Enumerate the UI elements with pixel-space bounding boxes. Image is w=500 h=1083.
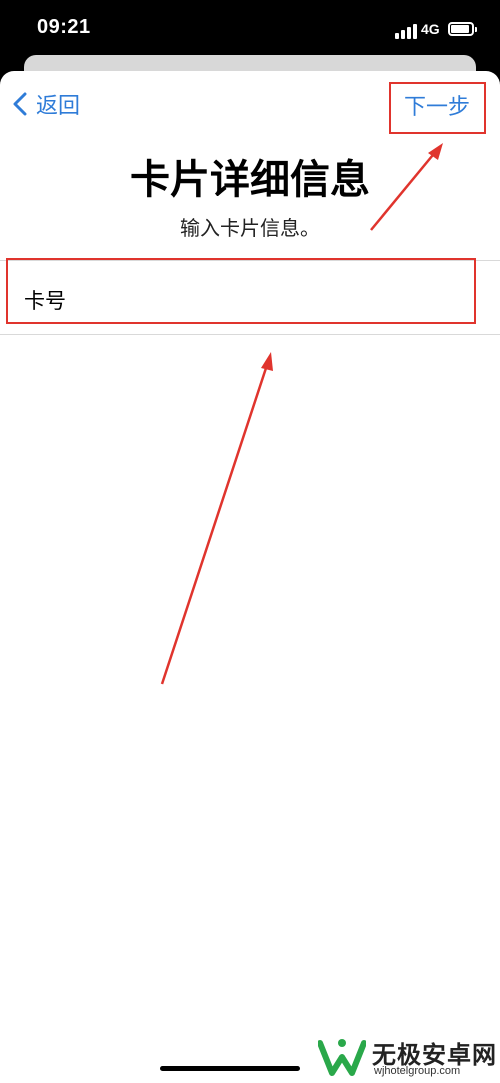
network-type: 4G — [421, 21, 440, 37]
card-number-field[interactable]: 卡号 — [0, 260, 500, 335]
card-details-sheet: 返回 下一步 卡片详细信息 输入卡片信息。 卡号 — [0, 71, 500, 1083]
watermark-logo-icon — [318, 1039, 366, 1076]
back-button[interactable]: 返回 — [12, 89, 80, 119]
battery-icon — [448, 22, 477, 36]
next-step-button[interactable]: 下一步 — [404, 89, 470, 121]
status-time: 09:21 — [37, 16, 91, 38]
page-subtitle: 输入卡片信息。 — [180, 216, 320, 240]
page-title: 卡片详细信息 — [130, 157, 370, 203]
watermark: 无极安卓网 wjhotelgroup.com — [318, 1035, 500, 1083]
back-button-label: 返回 — [36, 94, 81, 119]
cellular-signal-icon — [395, 23, 417, 39]
watermark-url: wjhotelgroup.com — [374, 1065, 461, 1077]
status-bar: 09:21 4G — [0, 0, 500, 60]
home-indicator — [160, 1066, 300, 1071]
chevron-left-icon — [13, 92, 27, 116]
card-number-label: 卡号 — [24, 289, 66, 313]
